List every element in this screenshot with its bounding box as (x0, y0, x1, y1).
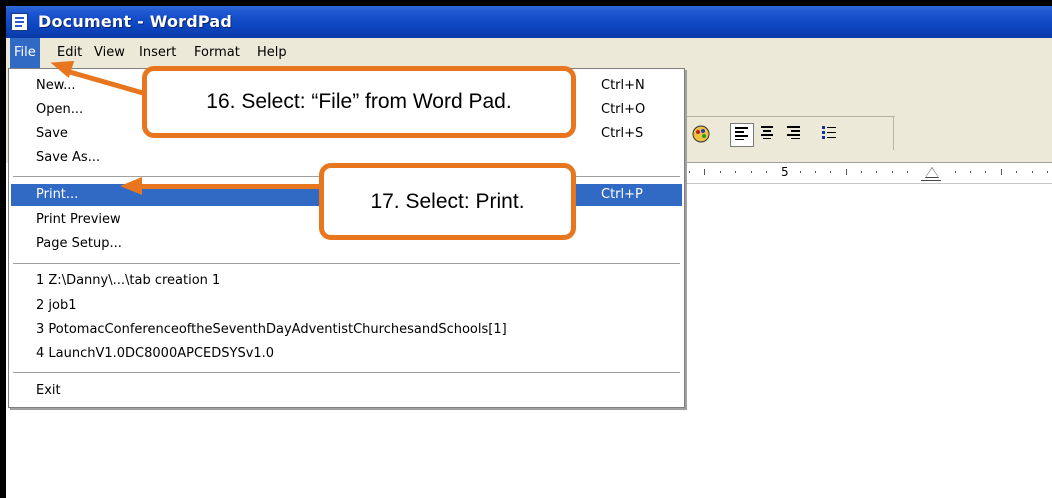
menu-item-label: Print... (36, 187, 79, 202)
menu-item-recent-3[interactable]: 3 PotomacConferenceoftheSeventhDayAdvent… (11, 319, 682, 341)
menu-item-label: 1 Z:\Danny\...\tab creation 1 (36, 273, 221, 288)
callout-step-16-text: 16. Select: “File” from Word Pad. (206, 90, 512, 113)
menu-separator (13, 372, 680, 373)
ruler-label: 5 (781, 165, 789, 179)
ruler-baseline (921, 180, 941, 181)
ruler-tick (689, 171, 690, 173)
menu-item-label: Exit (36, 383, 61, 398)
ruler-tick (704, 169, 705, 175)
title-bar[interactable]: Document - WordPad (6, 6, 1052, 38)
menu-item-shortcut: Ctrl+P (601, 187, 643, 202)
ruler-tick (861, 171, 862, 173)
menu-item-recent-1[interactable]: 1 Z:\Danny\...\tab creation 1 (11, 270, 682, 292)
menu-help[interactable]: Help (253, 38, 291, 68)
right-indent-marker-fill (926, 168, 938, 177)
menu-item-label: Print Preview (36, 212, 121, 227)
menu-format[interactable]: Format (190, 38, 244, 68)
callout-step-16: 16. Select: “File” from Word Pad. (142, 66, 576, 138)
menu-view[interactable]: View (90, 38, 129, 68)
ruler-tick (766, 171, 767, 173)
ruler-tick (1032, 171, 1033, 173)
menu-item-label: Save (36, 126, 68, 141)
ruler-tick (830, 171, 831, 173)
callout-step-17: 17. Select: Print. (319, 163, 576, 240)
window-title: Document - WordPad (38, 12, 233, 31)
menu-item-label: Open... (36, 102, 84, 117)
format-toolbar (685, 116, 905, 151)
toolbar-divider (685, 116, 895, 117)
ruler-tick (985, 171, 986, 173)
callout-step-17-text: 17. Select: Print. (370, 190, 525, 213)
ruler-tick (1016, 171, 1017, 173)
menu-item-shortcut: Ctrl+N (601, 78, 645, 93)
ruler-tick (720, 171, 721, 173)
ruler-tick (1001, 169, 1002, 175)
ruler-tick (1047, 171, 1048, 173)
wordpad-document-icon (11, 13, 28, 31)
ruler-tick (735, 171, 736, 173)
menu-insert[interactable]: Insert (135, 38, 180, 68)
menu-item-label: 3 PotomacConferenceoftheSeventhDayAdvent… (36, 322, 507, 337)
menu-item-recent-4[interactable]: 4 LaunchV1.0DC8000APCEDSYSv1.0 (11, 343, 682, 365)
menu-item-shortcut: Ctrl+O (601, 102, 646, 117)
menu-item-recent-2[interactable]: 2 job1 (11, 295, 682, 317)
align-left-icon[interactable] (730, 123, 754, 147)
ruler-tick (970, 171, 971, 173)
ruler-tick (846, 169, 847, 175)
menu-item-label: 2 job1 (36, 298, 77, 313)
menu-bar: File Edit View Insert Format Help (6, 38, 1052, 69)
align-center-icon[interactable] (755, 123, 779, 147)
align-right-icon[interactable] (781, 123, 805, 147)
ruler-tick (800, 171, 801, 173)
ruler-tick (751, 171, 752, 173)
callout-arrowhead-17 (120, 177, 142, 195)
ruler-tick (955, 171, 956, 173)
ruler: 5 (685, 162, 1052, 184)
menu-separator (13, 263, 680, 264)
menu-item-shortcut: Ctrl+S (601, 126, 644, 141)
ruler-tick (815, 171, 816, 173)
menu-item-label: Save As... (36, 150, 101, 165)
menu-file[interactable]: File (10, 38, 40, 68)
menu-item-label: Page Setup... (36, 236, 122, 251)
menu-item-label: 4 LaunchV1.0DC8000APCEDSYSv1.0 (36, 346, 275, 361)
insert-object-icon[interactable] (689, 123, 713, 147)
ruler-tick (876, 171, 877, 173)
ruler-tick (892, 171, 893, 173)
menu-item-exit[interactable]: Exit (11, 380, 682, 402)
toolbar-divider-vertical (893, 116, 894, 150)
callout-arrow-17 (140, 184, 326, 189)
bullets-icon[interactable] (817, 123, 841, 147)
ruler-tick (907, 171, 908, 173)
menu-item-label: New... (36, 78, 76, 93)
